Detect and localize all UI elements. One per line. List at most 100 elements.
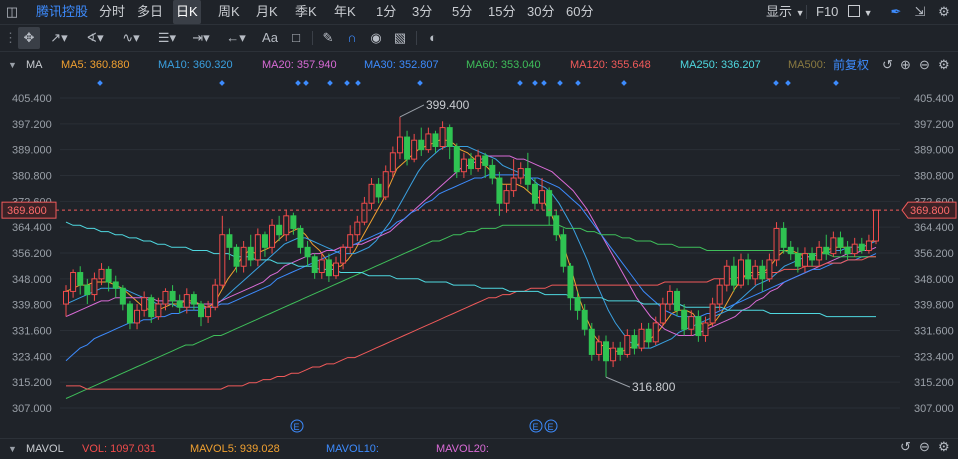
comment-icon[interactable]: □	[286, 25, 306, 51]
drag-handle-icon[interactable]: ⋮	[4, 25, 17, 51]
ma20-value: MA20: 357.940	[262, 59, 337, 71]
candle-up	[865, 240, 872, 251]
tab-1min[interactable]: 1分	[376, 0, 396, 24]
y-tick-label-right: 364.400	[914, 222, 954, 234]
candle-up	[361, 202, 368, 223]
channel-tool-icon[interactable]: ∢▾	[82, 25, 108, 51]
pencil-icon[interactable]: ✎	[318, 25, 338, 51]
tab-quarterly-k[interactable]: 季K	[295, 0, 317, 24]
settings-icon[interactable]: ⚙	[938, 56, 950, 74]
reset-icon[interactable]: ↺	[882, 56, 893, 74]
crosshair-icon[interactable]: ✥	[18, 27, 40, 49]
candle-down	[823, 246, 830, 255]
y-tick-label-left: 323.400	[12, 351, 52, 363]
candle-down	[325, 259, 332, 277]
draw-pen-icon[interactable]: ✒	[886, 0, 906, 25]
y-tick-label-right: 339.800	[914, 300, 954, 312]
collapse-icon[interactable]: ▼	[8, 56, 17, 74]
candle-down	[681, 309, 688, 330]
event-dot	[833, 80, 839, 86]
tab-60min[interactable]: 60分	[566, 0, 593, 24]
tab-multi-day[interactable]: 多日	[137, 0, 163, 24]
eye-icon[interactable]: ◉	[366, 25, 386, 51]
tab-30min[interactable]: 30分	[527, 0, 554, 24]
tab-weekly-k[interactable]: 周K	[218, 0, 240, 24]
event-dot	[785, 80, 791, 86]
collapse-icon[interactable]: ▼	[8, 441, 17, 457]
candle-down	[169, 290, 176, 302]
candle-up	[347, 234, 354, 248]
y-tick-label-left: 307.000	[12, 403, 52, 415]
shrink-icon[interactable]: ⇲	[910, 0, 930, 25]
kline-chart[interactable]: 405.400397.200389.000380.800372.600364.4…	[0, 80, 958, 436]
settings-icon[interactable]: ⚙	[938, 439, 950, 455]
event-dot	[417, 80, 423, 86]
event-marker-label[interactable]: E	[548, 422, 554, 432]
wave-tool-icon[interactable]: ∿▾	[116, 25, 146, 51]
remove-icon[interactable]: ⊖	[919, 439, 930, 455]
candle-up	[659, 303, 666, 324]
low-price-label: 316.800	[632, 380, 676, 394]
tab-intraday[interactable]: 分时	[99, 0, 125, 24]
candle-down	[418, 139, 425, 151]
candle-down	[190, 294, 197, 305]
candle-up	[460, 158, 467, 173]
indicator-name[interactable]: MA	[26, 56, 43, 74]
sidebar-toggle-icon[interactable]: ◫	[4, 0, 20, 25]
text-tool-icon[interactable]: Aa	[260, 25, 280, 51]
tab-yearly-k[interactable]: 年K	[334, 0, 356, 24]
reset-icon[interactable]: ↺	[900, 439, 911, 455]
candle-up	[688, 316, 695, 330]
volume-indicator-name[interactable]: MAVOL	[26, 441, 64, 457]
candle-down	[794, 253, 801, 267]
display-dropdown[interactable]: 显示 ▼	[766, 0, 805, 24]
magnet-icon[interactable]: ∩	[342, 25, 362, 51]
candle-up	[70, 272, 77, 292]
layout-dropdown[interactable]: ▼	[848, 0, 873, 24]
y-tick-label-left: 339.800	[12, 300, 52, 312]
candle-up	[382, 171, 389, 198]
tab-15min[interactable]: 15分	[488, 0, 515, 24]
ma-legend-bar: ▼ MA MA5: 360.880 MA10: 360.320 MA20: 35…	[0, 52, 958, 80]
fibonacci-tool-icon[interactable]: ☰▾	[154, 25, 180, 51]
adjust-mode-button[interactable]: 前复权	[833, 56, 869, 74]
f10-button[interactable]: F10	[816, 0, 838, 24]
trash-icon[interactable]: ▧	[390, 25, 410, 51]
ma250-value: MA250: 336.207	[680, 59, 761, 71]
candle-up	[340, 246, 347, 264]
line-tool-icon[interactable]: ↗▾	[46, 25, 72, 51]
tab-3min[interactable]: 3分	[412, 0, 432, 24]
event-marker-label[interactable]: E	[294, 422, 300, 432]
candle-up	[240, 246, 247, 267]
candle-up	[801, 253, 808, 267]
chevron-down-icon: ▼	[863, 8, 873, 18]
range-tool-icon[interactable]: ⇥▾	[188, 25, 214, 51]
arrow-tool-icon[interactable]: ←▾	[224, 25, 248, 51]
candle-up	[766, 259, 773, 280]
tab-daily-k[interactable]: 日K	[173, 0, 201, 24]
candle-down	[581, 309, 588, 330]
candle-down	[276, 224, 283, 236]
ma5-value: MA5: 360.880	[61, 59, 130, 71]
divider	[416, 31, 417, 45]
candle-up	[98, 268, 105, 280]
toggle-visibility-icon[interactable]: ◐	[422, 25, 444, 51]
tab-5min[interactable]: 5分	[452, 0, 472, 24]
settings-icon[interactable]: ⚙	[934, 0, 954, 25]
candle-down	[198, 303, 204, 318]
candle-down	[780, 227, 787, 248]
candle-down	[311, 256, 318, 274]
candle-up	[425, 133, 432, 151]
tab-monthly-k[interactable]: 月K	[256, 0, 278, 24]
remove-icon[interactable]: ⊖	[919, 56, 930, 74]
candle-down	[695, 316, 702, 337]
candle-up	[475, 155, 482, 170]
event-marker-label[interactable]: E	[533, 422, 539, 432]
candle-down	[148, 297, 155, 318]
current-price-label-left: 369.800	[7, 205, 47, 217]
ma30-value: MA30: 352.807	[364, 59, 439, 71]
ma10-value: MA10: 360.320	[158, 59, 233, 71]
add-icon[interactable]: ⊕	[900, 56, 911, 74]
stock-name[interactable]: 腾讯控股	[36, 0, 88, 24]
candle-down	[496, 177, 503, 204]
